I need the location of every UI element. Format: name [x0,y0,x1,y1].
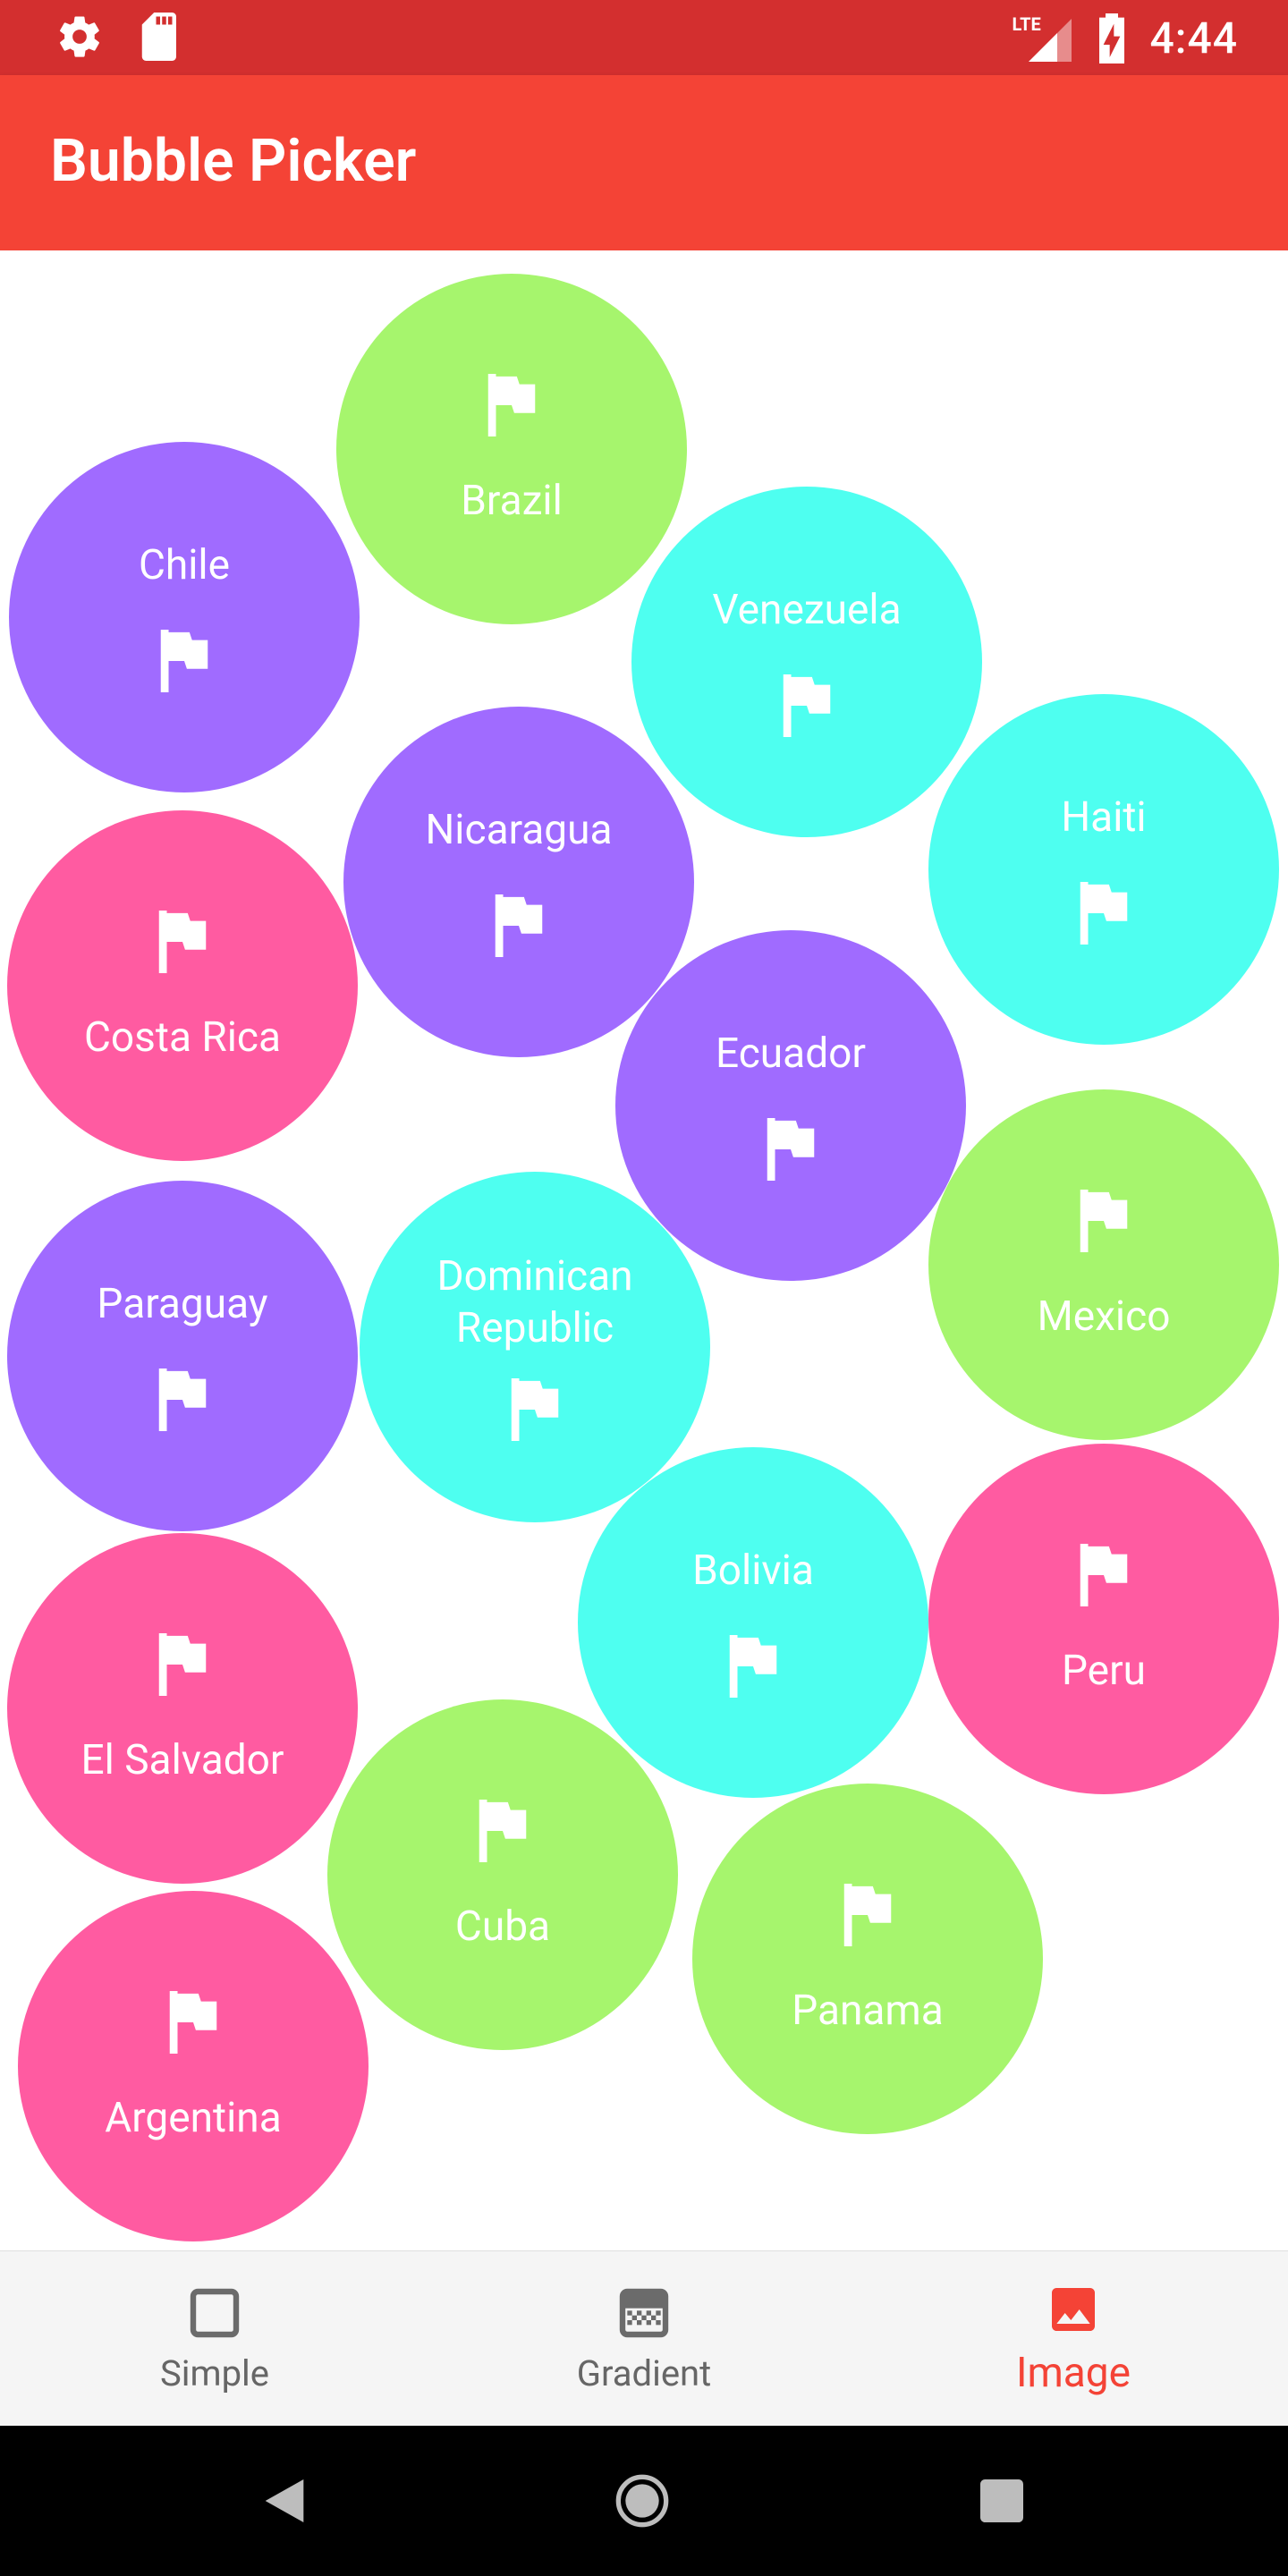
bubble-peru[interactable]: Peru [928,1444,1279,1794]
bubble-dominican-republic[interactable]: Dominican Republic [360,1172,710,1522]
bubble-label: Chile [138,541,231,589]
status-right-icons: LTE 4:44 [1011,13,1239,64]
nav-label: Image [1015,2349,1131,2397]
bubble-label: Haiti [1061,793,1147,842]
bubble-label: Bolivia [692,1546,814,1595]
flag-icon [511,1378,559,1441]
flag-icon [843,1884,892,1946]
settings-icon [60,16,99,57]
recents-icon[interactable] [973,2472,1030,2529]
flag-icon [729,1635,777,1698]
bubble-label: Cuba [454,1902,551,1951]
flag-icon [783,674,831,737]
bubble-label: Panama [792,1987,944,2035]
bubble-brazil[interactable]: Brazil [336,274,687,624]
bubble-label: Peru [1061,1647,1147,1695]
flag-icon [487,374,536,436]
bubble-label: Mexico [1037,1292,1171,1341]
app-bar: Bubble Picker [0,75,1288,250]
flag-icon [158,911,207,973]
bottom-navigation: Simple Gradient Image [0,2250,1288,2427]
bubble-paraguay[interactable]: Paraguay [7,1181,358,1531]
bubble-label: El Salvador [80,1736,284,1784]
flag-icon [160,630,208,692]
bubble-label: Brazil [461,477,563,525]
lte-signal-icon: LTE [1011,13,1073,64]
flag-icon [479,1800,527,1862]
bubble-cuba[interactable]: Cuba [327,1699,678,2050]
bubble-label: Nicaragua [425,806,613,854]
nav-item-simple[interactable]: Simple [0,2251,429,2427]
bubble-chile[interactable]: Chile [9,442,360,792]
flag-icon [158,1633,207,1696]
image-icon [1052,2288,1095,2331]
bubble-costa-rica[interactable]: Costa Rica [7,810,358,1161]
status-left-icons [55,13,181,61]
nav-item-image[interactable]: Image [859,2251,1288,2427]
battery-charging-icon [1098,13,1124,64]
nav-label: Simple [160,2351,269,2394]
flag-icon [1080,1544,1128,1606]
sd-card-icon [141,13,176,61]
bubble-label: Costa Rica [83,1013,282,1062]
bubble-ecuador[interactable]: Ecuador [615,930,966,1281]
bubble-panama[interactable]: Panama [692,1784,1043,2134]
flag-icon [767,1118,815,1181]
gradient-icon [619,2288,669,2337]
bubble-nicaragua[interactable]: Nicaragua [343,707,694,1057]
status-time: 4:44 [1149,13,1238,64]
flag-icon [1080,1190,1128,1252]
bubble-label: Argentina [105,2094,282,2142]
bubble-argentina[interactable]: Argentina [18,1891,369,2241]
nav-label: Gradient [576,2351,712,2394]
bubble-label: Venezuela [712,586,902,634]
bubble-haiti[interactable]: Haiti [928,694,1279,1045]
bubble-bolivia[interactable]: Bolivia [578,1447,928,1798]
flag-icon [169,1991,217,2054]
flag-icon [495,894,543,957]
bubble-venezuela[interactable]: Venezuela [631,487,982,837]
bubble-picker-area[interactable]: Brazil Chile Venezuela Nicaragua Haiti C… [0,250,1288,2250]
bubble-label: Dominican Republic [436,1252,633,1352]
system-navigation-bar [0,2426,1288,2576]
bubble-el-salvador[interactable]: El Salvador [7,1533,358,1884]
square-outline-icon [190,2288,240,2337]
home-icon[interactable] [614,2472,671,2529]
nav-item-gradient[interactable]: Gradient [429,2251,859,2427]
bubble-label: Paraguay [97,1280,268,1328]
flag-icon [1080,882,1128,945]
status-bar: LTE 4:44 [0,0,1288,75]
flag-icon [158,1368,207,1431]
bubble-label: Ecuador [716,1030,866,1078]
back-icon[interactable] [256,2472,313,2529]
bubble-mexico[interactable]: Mexico [928,1089,1279,1440]
app-title: Bubble Picker [50,127,417,196]
